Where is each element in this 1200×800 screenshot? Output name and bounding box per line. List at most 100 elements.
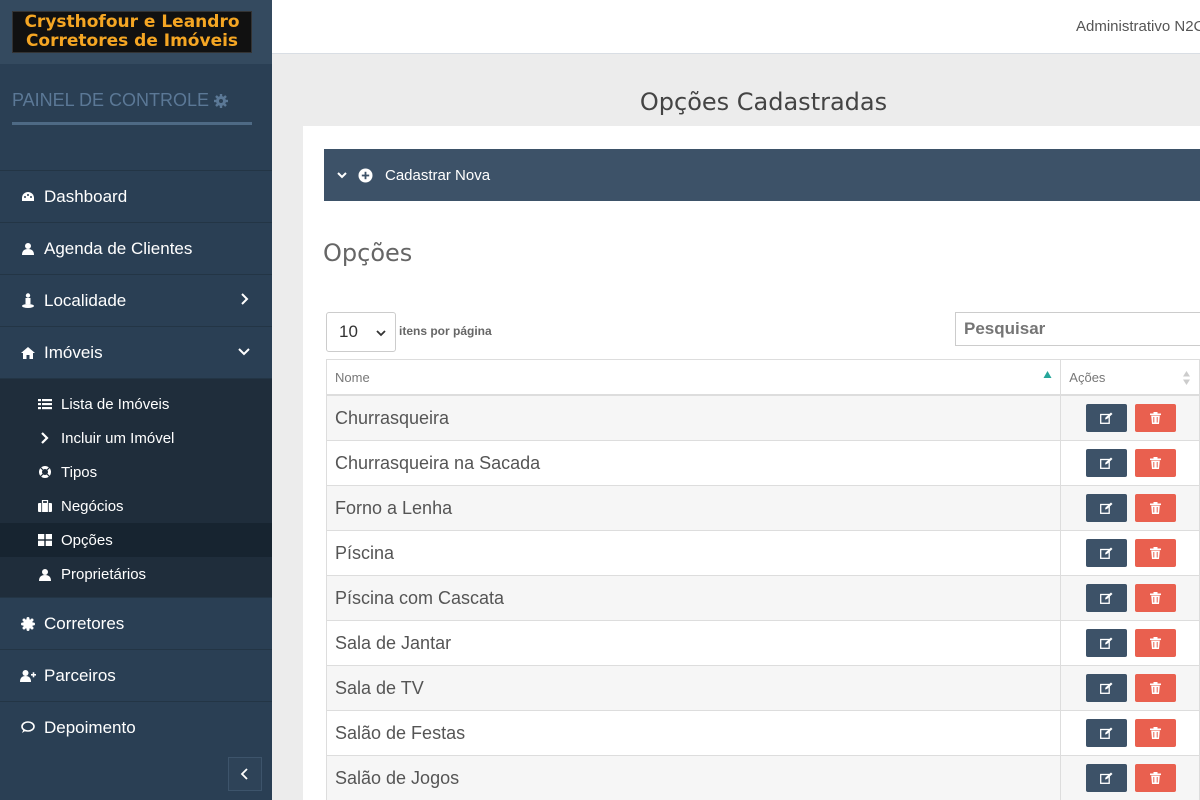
- trash-icon: [1150, 727, 1162, 739]
- column-header-nome[interactable]: Nome: [327, 360, 1062, 394]
- edit-button[interactable]: [1086, 539, 1128, 567]
- sidebar-item-agenda[interactable]: Agenda de Clientes: [0, 222, 272, 274]
- table-header: Nome Ações: [326, 359, 1200, 396]
- column-header-label: Ações: [1069, 369, 1106, 385]
- submenu-item-label: Lista de Imóveis: [61, 395, 170, 413]
- edit-icon: [1100, 727, 1113, 739]
- submenu-item-lista[interactable]: Lista de Imóveis: [0, 387, 272, 421]
- column-header-label: Nome: [335, 369, 370, 385]
- edit-button[interactable]: [1086, 674, 1128, 702]
- sidebar-item-label: Localidade: [44, 290, 127, 310]
- comment-icon: [20, 720, 36, 736]
- sidebar-item-label: Depoimento: [44, 717, 136, 737]
- edit-icon: [1100, 637, 1113, 649]
- submenu-item-opcoes[interactable]: Opções: [0, 523, 272, 557]
- sidebar: Crysthofour e Leandro Corretores de Imóv…: [0, 0, 272, 800]
- sort-asc-icon: [1043, 371, 1052, 378]
- delete-button[interactable]: [1135, 584, 1177, 612]
- row-actions: [1061, 396, 1199, 440]
- submenu-item-proprietarios[interactable]: Proprietários: [0, 557, 272, 591]
- edit-button[interactable]: [1086, 764, 1128, 792]
- list-icon: [37, 397, 53, 411]
- edit-button[interactable]: [1086, 719, 1128, 747]
- option-name: Churrasqueira na Sacada: [327, 441, 1062, 485]
- options-table: Nome Ações Churrasqueira Churrasqueira na…: [326, 359, 1200, 800]
- plus-circle-icon: [358, 168, 373, 182]
- sidebar-item-corretores[interactable]: Corretores: [0, 597, 272, 649]
- option-name: Sala de TV: [327, 666, 1062, 710]
- logo-area: Crysthofour e Leandro Corretores de Imóv…: [0, 0, 272, 64]
- edit-icon: [1100, 592, 1113, 604]
- delete-button[interactable]: [1135, 449, 1177, 477]
- submenu-item-label: Incluir um Imóvel: [61, 429, 175, 447]
- new-option-panel-toggle[interactable]: Cadastrar Nova: [324, 149, 1200, 201]
- briefcase-icon: [37, 499, 53, 513]
- badge-icon: [20, 616, 36, 632]
- option-name: Salão de Jogos: [327, 756, 1062, 800]
- page-length-select[interactable]: 10: [326, 312, 396, 352]
- sidebar-item-parceiros[interactable]: Parceiros: [0, 649, 272, 701]
- option-name: Píscina com Cascata: [327, 576, 1062, 620]
- delete-button[interactable]: [1135, 629, 1177, 657]
- row-actions: [1061, 666, 1199, 710]
- sidebar-item-label: Corretores: [44, 613, 125, 633]
- sidebar-collapse-button[interactable]: [228, 757, 262, 791]
- user-menu[interactable]: Administrativo N2C: [1076, 18, 1200, 35]
- table-row: Salão de Festas: [326, 711, 1200, 756]
- edit-button[interactable]: [1086, 629, 1128, 657]
- logo-line-2: Corretores de Imóveis: [25, 31, 239, 51]
- life-ring-icon: [37, 465, 53, 479]
- sidebar-item-label: Imóveis: [44, 342, 103, 362]
- option-name: Píscina: [327, 531, 1062, 575]
- submenu-imoveis: Lista de Imóveis Incluir um Imóvel Tipos…: [0, 378, 272, 597]
- chevron-down-icon: [376, 330, 386, 337]
- logo-line-1: Crysthofour e Leandro: [24, 12, 240, 32]
- edit-icon: [1100, 502, 1113, 514]
- delete-button[interactable]: [1135, 719, 1177, 747]
- delete-button[interactable]: [1135, 494, 1177, 522]
- submenu-item-negocios[interactable]: Negócios: [0, 489, 272, 523]
- delete-button[interactable]: [1135, 764, 1177, 792]
- home-icon: [20, 345, 36, 361]
- edit-button[interactable]: [1086, 449, 1128, 477]
- sort-icon: [1183, 371, 1190, 385]
- sidebar-item-label: Parceiros: [44, 665, 116, 685]
- sidebar-item-imoveis[interactable]: Imóveis: [0, 326, 272, 378]
- delete-button[interactable]: [1135, 404, 1177, 432]
- search-input[interactable]: [955, 312, 1200, 346]
- page-length-value: 10: [339, 322, 358, 341]
- chevron-down-icon: [337, 172, 347, 179]
- trash-icon: [1150, 682, 1162, 694]
- row-actions: [1061, 486, 1199, 530]
- option-name: Salão de Festas: [327, 711, 1062, 755]
- chevron-left-icon: [240, 768, 248, 780]
- row-actions: [1061, 621, 1199, 665]
- table-row: Salão de Jogos: [326, 756, 1200, 800]
- sidebar-menu: Dashboard Agenda de Clientes Localidade …: [0, 170, 272, 753]
- chevron-right-icon: [37, 431, 53, 445]
- submenu-item-incluir[interactable]: Incluir um Imóvel: [0, 421, 272, 455]
- edit-button[interactable]: [1086, 404, 1128, 432]
- table-row: Churrasqueira na Sacada: [326, 441, 1200, 486]
- sidebar-item-depoimento[interactable]: Depoimento: [0, 701, 272, 753]
- sidebar-item-localidade[interactable]: Localidade: [0, 274, 272, 326]
- submenu-item-tipos[interactable]: Tipos: [0, 455, 272, 489]
- column-header-acoes[interactable]: Ações: [1061, 360, 1199, 394]
- edit-button[interactable]: [1086, 494, 1128, 522]
- trash-icon: [1150, 547, 1162, 559]
- row-actions: [1061, 576, 1199, 620]
- delete-button[interactable]: [1135, 674, 1177, 702]
- sidebar-item-dashboard[interactable]: Dashboard: [0, 170, 272, 222]
- row-actions: [1061, 711, 1199, 755]
- option-name: Forno a Lenha: [327, 486, 1062, 530]
- gear-icon: [214, 94, 229, 108]
- table-row: Sala de TV: [326, 666, 1200, 711]
- edit-icon: [1100, 682, 1113, 694]
- option-name: Churrasqueira: [327, 396, 1062, 440]
- delete-button[interactable]: [1135, 539, 1177, 567]
- trash-icon: [1150, 457, 1162, 469]
- edit-button[interactable]: [1086, 584, 1128, 612]
- user-plus-icon: [20, 668, 36, 684]
- logo[interactable]: Crysthofour e Leandro Corretores de Imóv…: [12, 11, 252, 53]
- table-row: Sala de Jantar: [326, 621, 1200, 666]
